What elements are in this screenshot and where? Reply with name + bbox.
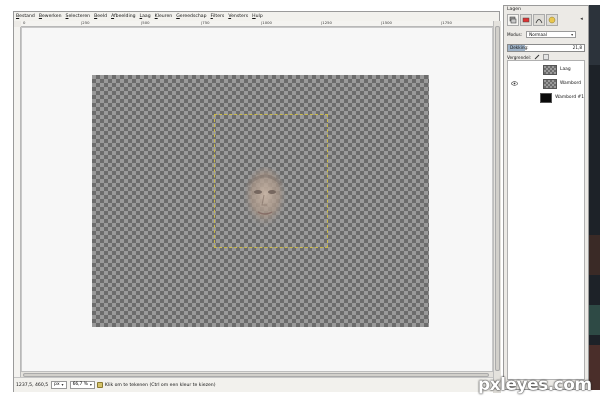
layer-thumbnail xyxy=(543,78,557,89)
chevron-down-icon: ▾ xyxy=(571,32,574,37)
ruler-label: 0 xyxy=(23,20,26,25)
visibility-toggle[interactable] xyxy=(510,66,518,74)
desktop-stripe xyxy=(589,5,600,65)
layers-list: Laag Wambord Wambord #1 xyxy=(507,60,585,380)
status-message: Klik om te tekenen (Ctrl om een kleur te… xyxy=(104,382,216,388)
ruler-label: |1500 xyxy=(381,20,392,25)
dock-tabs xyxy=(507,14,587,28)
menu-vensters[interactable]: Vensters xyxy=(228,12,248,21)
tab-undo[interactable] xyxy=(546,14,558,26)
opacity-slider[interactable]: Dekking: 21,8 xyxy=(507,44,585,52)
desktop-stripe xyxy=(589,235,600,275)
ruler-label: |750 xyxy=(201,20,210,25)
tab-layers[interactable] xyxy=(507,14,519,26)
visibility-toggle[interactable] xyxy=(510,94,517,102)
paths-icon xyxy=(535,19,543,24)
menu-filters[interactable]: Filters xyxy=(211,12,225,21)
channels-icon xyxy=(522,17,530,23)
ruler-label: |1000 xyxy=(261,20,272,25)
transparent-image-canvas[interactable] xyxy=(92,75,429,327)
vertical-scrollbar[interactable] xyxy=(493,21,501,380)
opacity-label: Dekking: xyxy=(510,45,529,50)
dock-title: Lagen xyxy=(507,7,522,12)
layer-row[interactable]: Wambord #1 xyxy=(508,91,584,104)
layer-name: Wambord xyxy=(560,81,582,86)
menu-bewerken[interactable]: Bewerken xyxy=(39,12,62,21)
lock-label: Vergrendel: xyxy=(507,54,532,60)
visibility-toggle[interactable] xyxy=(510,80,518,88)
mode-row: Modus: Normaal ▾ xyxy=(507,31,577,38)
layers-dock: Lagen ◂ Modus: Normaal ▾ Dekking: 21,8 V… xyxy=(503,5,589,390)
app-window: Bestand Bewerken Selecteren Beeld Afbeel… xyxy=(0,0,600,403)
menu-afbeelding[interactable]: Afbeelding xyxy=(111,12,135,21)
watermark-logo: pxleyes.com xyxy=(478,375,592,395)
unit-select[interactable]: px ▾ xyxy=(51,381,67,389)
statusbar: 1237,5, 460,5 px ▾ 66,7 % ▾ Klik om te tek… xyxy=(14,377,493,392)
zoom-select[interactable]: 66,7 % ▾ xyxy=(69,381,95,389)
layer-name: Wambord #1 xyxy=(555,95,584,100)
menu-kleuren[interactable]: Kleuren xyxy=(155,12,173,21)
ruler-label: |250 xyxy=(81,20,90,25)
zoom-select-value: 66,7 % xyxy=(72,382,88,387)
unit-select-value: px xyxy=(54,382,60,387)
pointer-coordinates: 1237,5, 460,5 xyxy=(16,382,49,388)
dock-menu-icon[interactable]: ◂ xyxy=(578,16,585,23)
tab-channels[interactable] xyxy=(520,14,532,26)
vertical-ruler[interactable] xyxy=(14,27,21,380)
desktop-background xyxy=(589,5,600,390)
layer-thumbnail xyxy=(543,64,557,75)
layers-icon xyxy=(509,16,517,24)
mode-select[interactable]: Normaal ▾ xyxy=(526,31,577,38)
layer-row[interactable]: Wambord xyxy=(508,77,584,90)
chevron-down-icon: ▾ xyxy=(61,382,64,387)
mode-select-value: Normaal xyxy=(529,32,547,37)
opacity-value: 21,8 xyxy=(572,45,582,50)
mode-label: Modus: xyxy=(507,32,523,37)
layer-name: Laag xyxy=(560,67,571,72)
vertical-scrollbar-thumb[interactable] xyxy=(495,26,500,371)
desktop-stripe xyxy=(589,305,600,335)
tab-paths[interactable] xyxy=(533,14,545,26)
chain-toggle[interactable] xyxy=(536,80,543,88)
undo-history-icon xyxy=(548,16,556,24)
chain-toggle[interactable] xyxy=(536,66,543,74)
layer-thumbnail xyxy=(540,92,553,103)
eye-icon xyxy=(510,81,518,86)
chevron-down-icon: ▾ xyxy=(89,382,92,387)
canvas-area[interactable] xyxy=(21,27,493,380)
menu-beeld[interactable]: Beeld xyxy=(94,12,107,21)
ruler-label: |1750 xyxy=(441,20,452,25)
ruler-label: |500 xyxy=(141,20,150,25)
ruler-label: |1250 xyxy=(321,20,332,25)
layer-row[interactable]: Laag xyxy=(508,63,584,76)
brush-icon xyxy=(96,382,103,388)
face-image xyxy=(244,167,286,229)
image-window: Bestand Bewerken Selecteren Beeld Afbeel… xyxy=(13,11,501,393)
